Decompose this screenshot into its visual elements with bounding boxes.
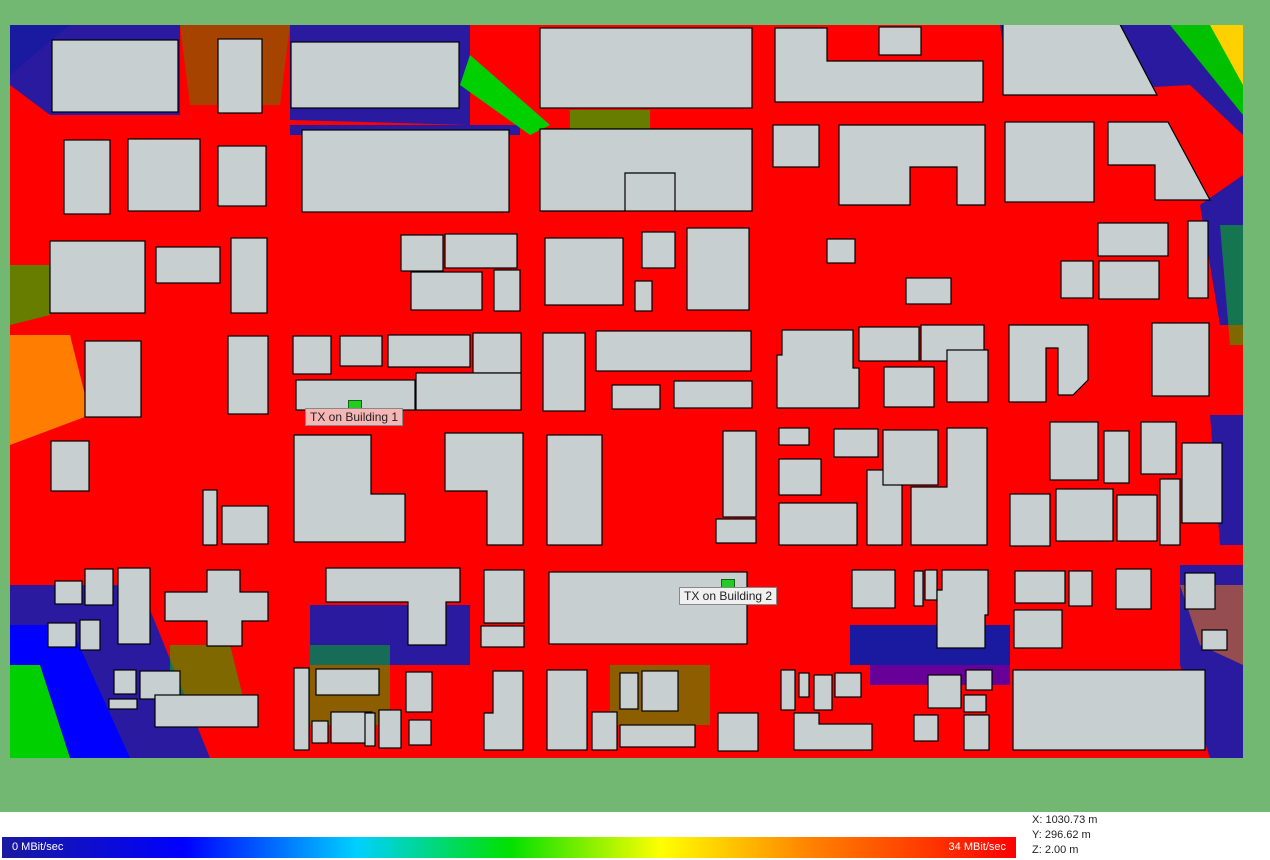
legend-max-label: 34 MBit/sec bbox=[948, 841, 1006, 853]
cursor-y: Y: 296.62 m bbox=[1032, 829, 1091, 841]
transmitter-2-label[interactable]: TX on Building 2 bbox=[679, 587, 778, 605]
coverage-map[interactable] bbox=[10, 25, 1243, 758]
legend-min-label: 0 MBit/sec bbox=[12, 841, 64, 853]
color-legend: 0 MBit/sec 34 MBit/sec bbox=[2, 837, 1016, 858]
buildings bbox=[47, 25, 1228, 752]
map-viewport[interactable]: TX on Building 1 TX on Building 2 bbox=[0, 0, 1270, 812]
cursor-x: X: 1030.73 m bbox=[1032, 814, 1098, 826]
transmitter-1-label[interactable]: TX on Building 1 bbox=[305, 408, 404, 426]
coverage-layer bbox=[10, 25, 1243, 758]
status-bar: 0 MBit/sec 34 MBit/sec X: 1030.73 m Y: 2… bbox=[0, 812, 1270, 860]
cursor-coordinates: X: 1030.73 m Y: 296.62 m Z: 2.00 m bbox=[1032, 813, 1097, 858]
cursor-z: Z: 2.00 m bbox=[1032, 844, 1079, 856]
